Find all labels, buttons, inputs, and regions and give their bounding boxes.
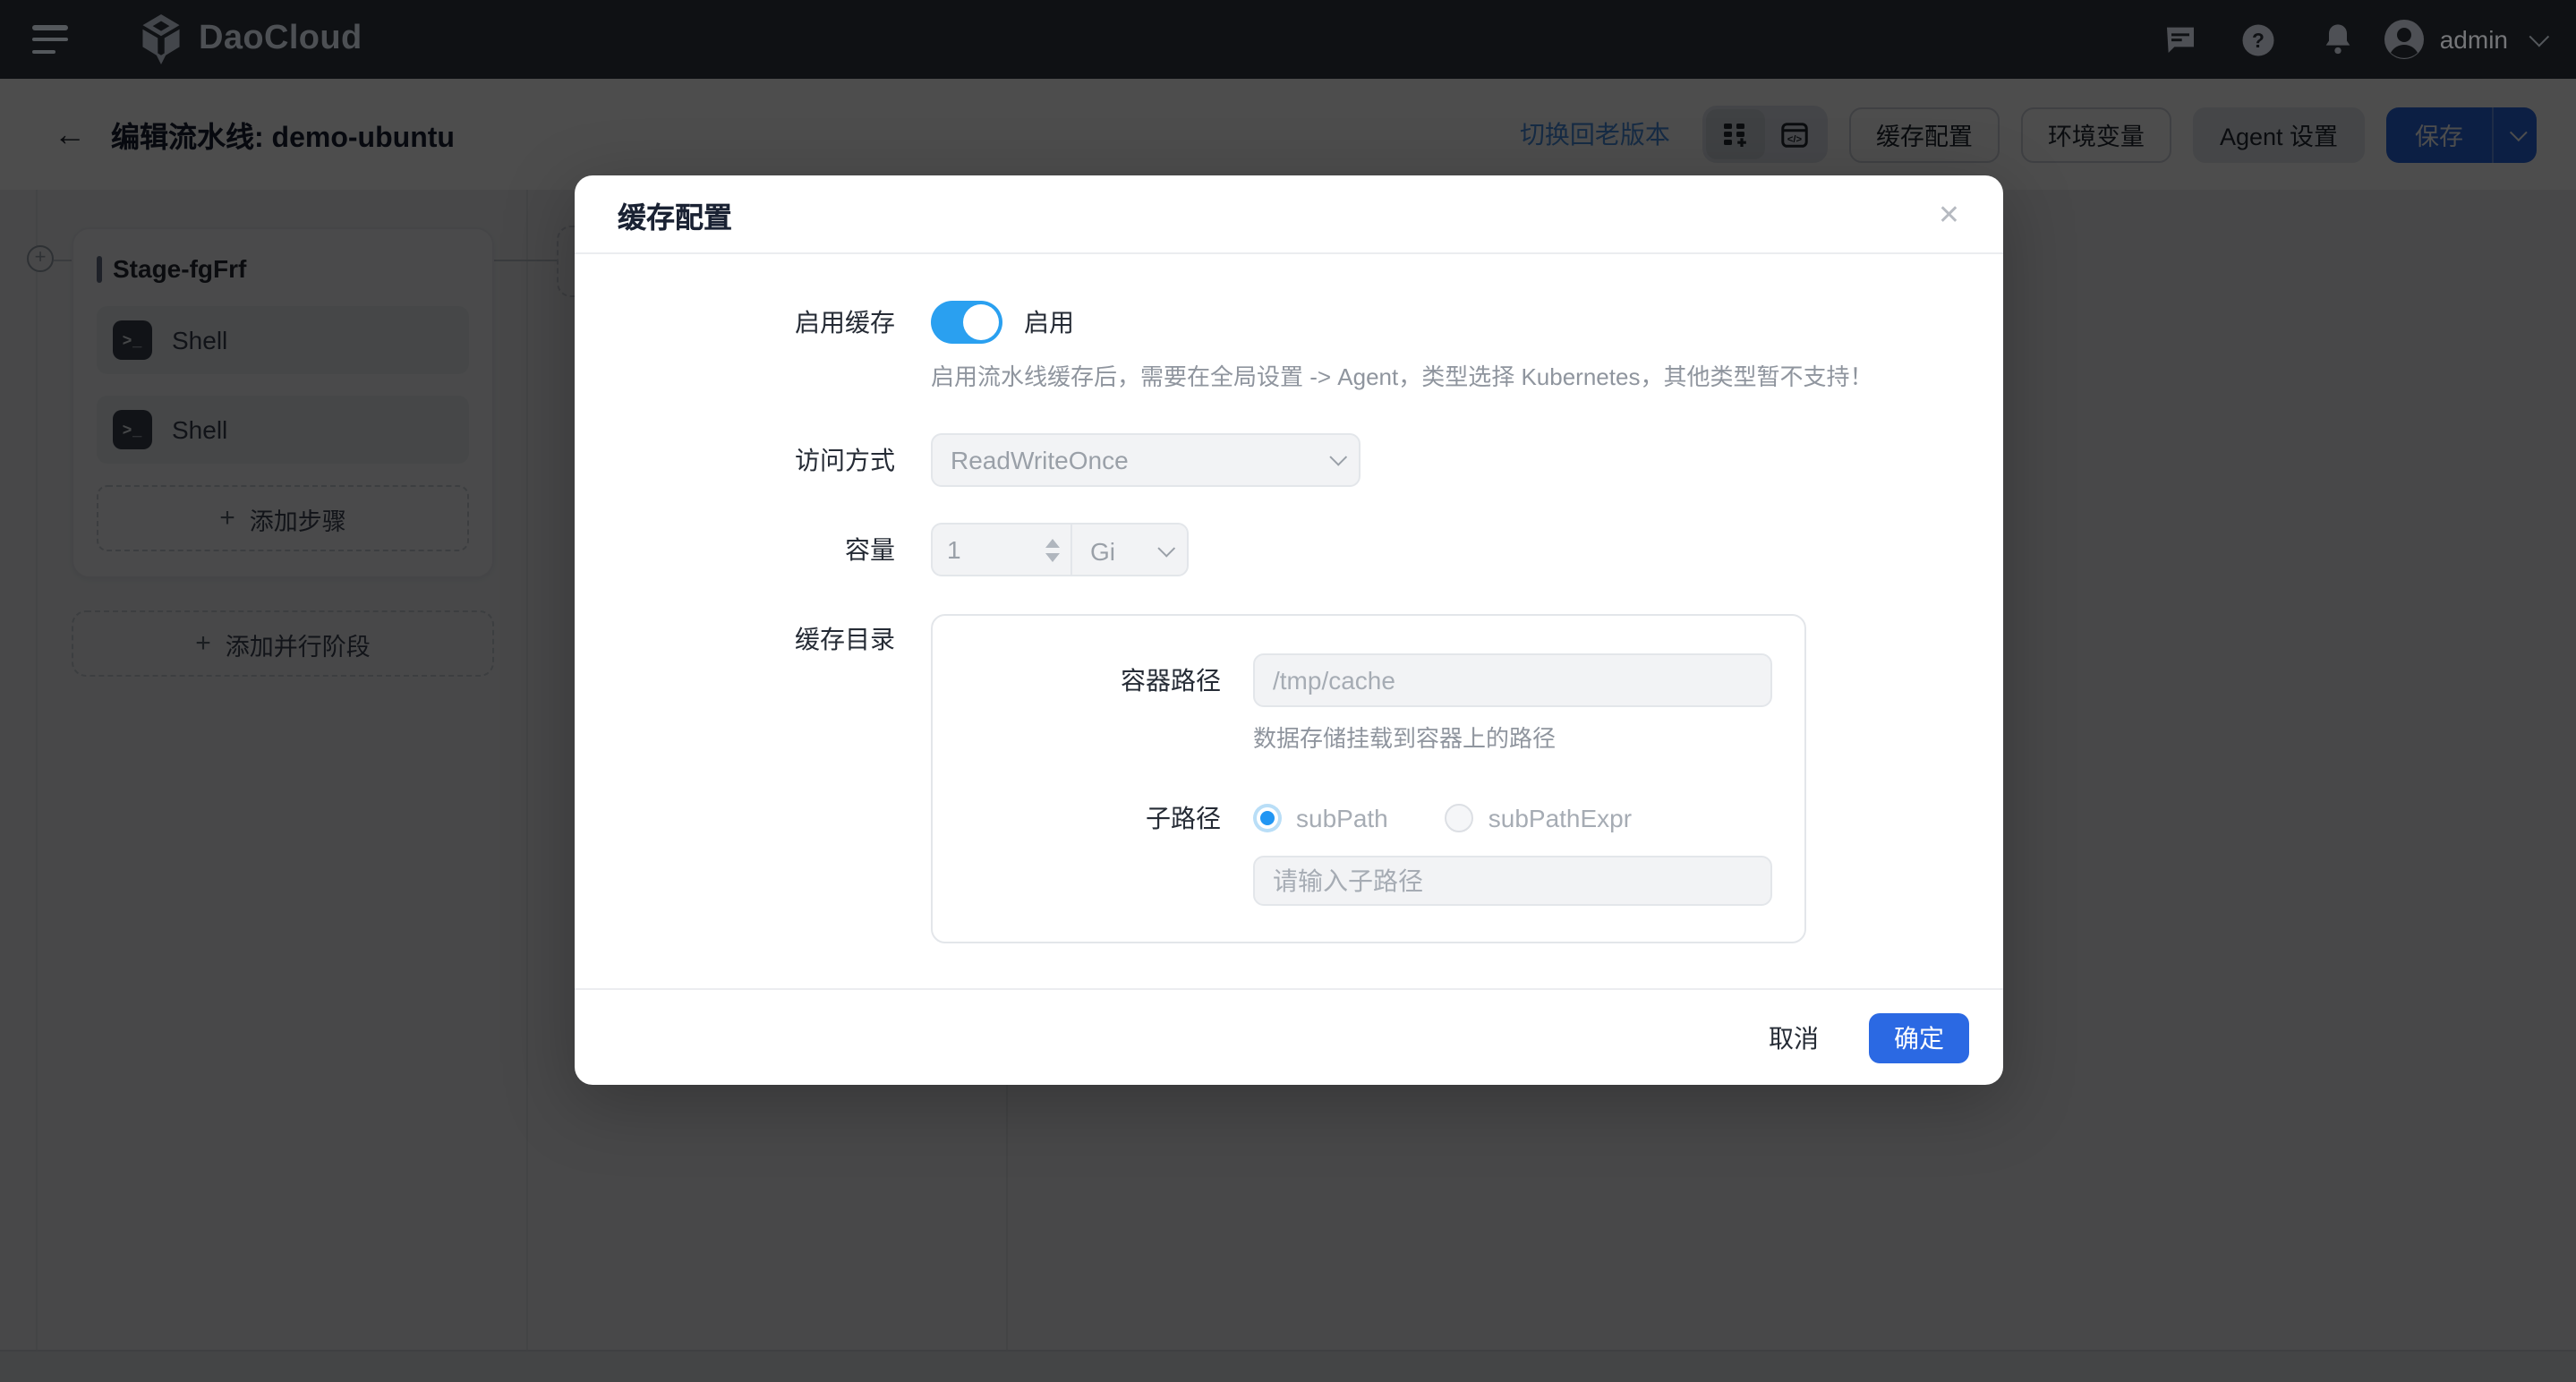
container-path-label: 容器路径 xyxy=(933,662,1221,698)
cache-dir-label: 缓存目录 xyxy=(575,614,895,657)
close-icon[interactable]: ✕ xyxy=(1931,191,1967,237)
access-mode-row: 访问方式 ReadWriteOnce xyxy=(575,433,2003,487)
enable-cache-toggle[interactable] xyxy=(931,301,1002,344)
access-mode-label: 访问方式 xyxy=(575,442,895,478)
subpath-label: 子路径 xyxy=(933,800,1221,836)
container-path-input[interactable] xyxy=(1253,653,1772,707)
access-mode-value: ReadWriteOnce xyxy=(951,446,1129,474)
modal-footer: 取消 确定 xyxy=(575,988,2003,1085)
modal-header: 缓存配置 ✕ xyxy=(575,175,2003,254)
capacity-label: 容量 xyxy=(575,532,895,567)
subpath-option-label: subPath xyxy=(1296,804,1388,832)
subpath-radio[interactable]: subPath xyxy=(1253,804,1388,832)
spinner-up-icon[interactable] xyxy=(1045,538,1060,547)
subpathexpr-radio[interactable]: subPathExpr xyxy=(1446,804,1632,832)
radio-unselected-icon xyxy=(1446,804,1474,832)
subpathexpr-option-label: subPathExpr xyxy=(1488,804,1632,832)
spinner-down-icon[interactable] xyxy=(1045,552,1060,561)
container-path-help: 数据存储挂载到容器上的路径 xyxy=(1253,720,1804,754)
enable-cache-state: 启用 xyxy=(1024,304,1074,340)
app-root: DaoCloud ? admin ← xyxy=(0,0,2576,1382)
cache-dir-row: 缓存目录 容器路径 数据存储挂载到容器上的路径 子路径 xyxy=(575,614,2003,943)
modal-title: 缓存配置 xyxy=(618,192,732,235)
subpath-input[interactable] xyxy=(1253,856,1772,906)
container-path-row: 容器路径 xyxy=(933,653,1804,707)
confirm-button[interactable]: 确定 xyxy=(1869,1012,1969,1062)
subpath-row: 子路径 subPath subPathExpr xyxy=(933,800,1804,836)
capacity-unit-select[interactable]: Gi xyxy=(1072,525,1187,576)
capacity-spinners xyxy=(1045,525,1060,575)
toggle-knob xyxy=(963,304,999,340)
cache-config-modal: 缓存配置 ✕ 启用缓存 启用 启用流水线缓存后，需要在全局设置 -> Agent… xyxy=(575,175,2003,1085)
access-mode-select[interactable]: ReadWriteOnce xyxy=(931,433,1361,487)
enable-cache-row: 启用缓存 启用 xyxy=(575,301,2003,344)
select-chevron-down-icon xyxy=(1157,539,1175,557)
cache-dir-box: 容器路径 数据存储挂载到容器上的路径 子路径 subPath xyxy=(931,614,1806,943)
radio-selected-icon xyxy=(1253,804,1282,832)
enable-cache-help: 启用流水线缓存后，需要在全局设置 -> Agent，类型选择 Kubernete… xyxy=(931,358,2003,392)
capacity-number-input[interactable]: 1 xyxy=(933,525,1072,575)
capacity-value: 1 xyxy=(947,535,961,564)
modal-body: 启用缓存 启用 启用流水线缓存后，需要在全局设置 -> Agent，类型选择 K… xyxy=(575,254,2003,988)
cancel-button[interactable]: 取消 xyxy=(1744,1009,1844,1066)
enable-cache-label: 启用缓存 xyxy=(575,304,895,340)
capacity-input-group: 1 Gi xyxy=(931,523,1189,576)
capacity-unit-value: Gi xyxy=(1090,537,1115,566)
select-chevron-down-icon xyxy=(1329,448,1347,465)
subpath-input-row xyxy=(1253,856,1804,906)
capacity-row: 容量 1 Gi xyxy=(575,523,2003,576)
